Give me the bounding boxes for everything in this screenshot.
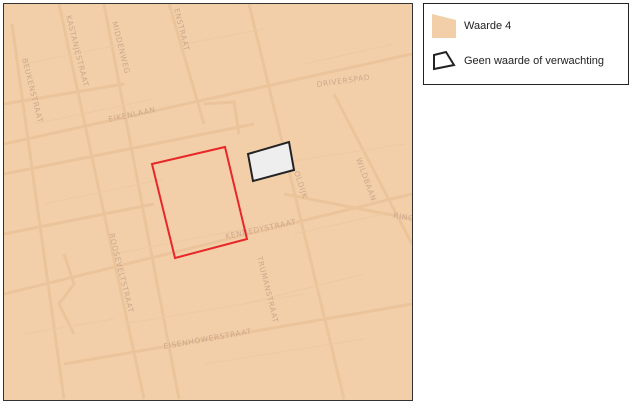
outline-polygon-icon bbox=[433, 50, 456, 71]
map-view[interactable]: BEUKENSTRAAT KASTANJESTRAAT MIDDENWEG EN… bbox=[3, 3, 413, 401]
legend-label: Waarde 4 bbox=[464, 20, 512, 32]
filled-polygon-icon bbox=[432, 14, 456, 38]
legend-item-waarde-4: Waarde 4 bbox=[432, 14, 511, 38]
legend-label: Geen waarde of verwachting bbox=[464, 55, 605, 67]
legend-item-geen-waarde: Geen waarde of verwachting bbox=[432, 49, 604, 73]
legend: Waarde 4 Geen waarde of verwachting bbox=[423, 3, 629, 85]
map-canvas[interactable]: BEUKENSTRAAT KASTANJESTRAAT MIDDENWEG EN… bbox=[4, 4, 412, 400]
